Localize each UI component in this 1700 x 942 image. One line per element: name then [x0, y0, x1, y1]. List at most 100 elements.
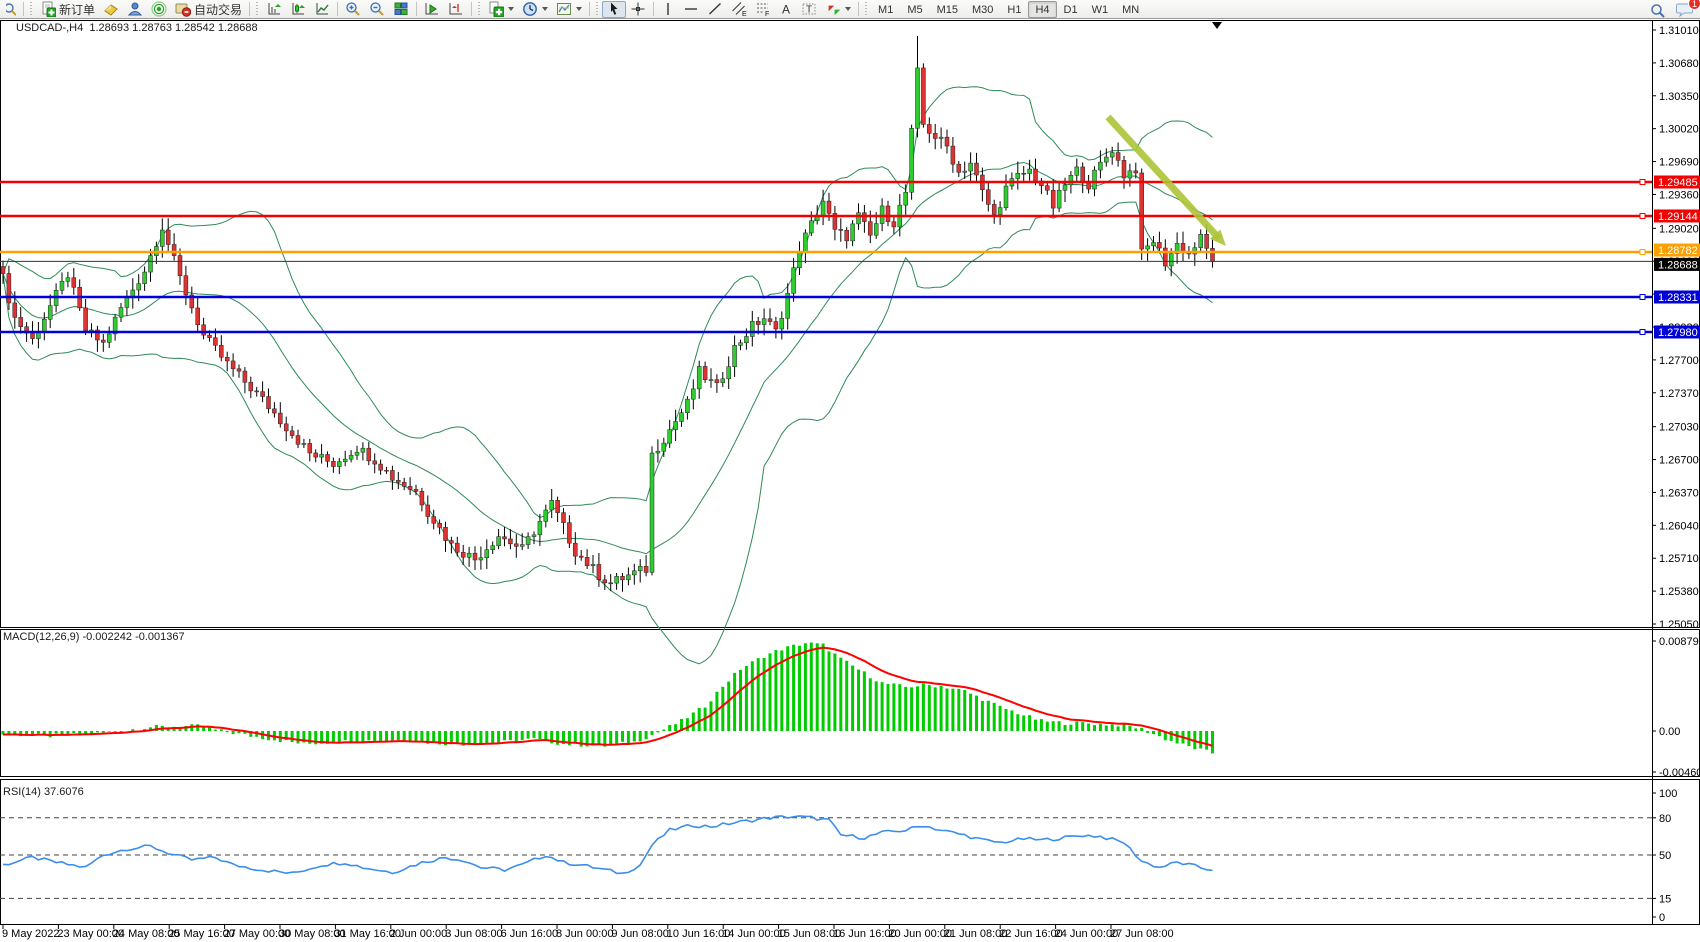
price-level-handle[interactable] [1640, 213, 1645, 218]
price-tick-label: 1.29360 [1659, 189, 1699, 201]
rsi-panel[interactable] [1, 780, 1700, 925]
auto-scroll-icon [424, 1, 440, 17]
zoom-out-icon [369, 1, 385, 17]
timeframe-button-m5[interactable]: M5 [900, 1, 929, 18]
toolbar: 新订单 自动交易 [0, 0, 1700, 19]
chart-shift-button[interactable] [444, 1, 468, 18]
bar-chart-icon [266, 1, 282, 17]
candlestick-chart-button[interactable] [286, 1, 310, 18]
rsi-axis-label: 80 [1659, 813, 1671, 825]
fibonacci-button[interactable]: F [751, 1, 775, 18]
bar-chart-button[interactable] [262, 1, 286, 18]
zoom-in-button[interactable] [341, 1, 365, 18]
navigator-button[interactable] [147, 1, 171, 18]
text-button[interactable]: A [775, 1, 797, 18]
timeframe-button-d1[interactable]: D1 [1057, 1, 1085, 18]
cursor-button[interactable] [602, 1, 626, 18]
price-badge: 1.29144 [1654, 209, 1700, 223]
timeframe-button-h4[interactable]: H4 [1028, 1, 1056, 18]
timeframe-button-w1[interactable]: W1 [1085, 1, 1116, 18]
svg-text:1.27980: 1.27980 [1658, 327, 1698, 339]
new-order-button[interactable]: 新订单 [36, 1, 99, 18]
zoom-out-button[interactable] [365, 1, 389, 18]
timeframe-button-h1[interactable]: H1 [1000, 1, 1028, 18]
price-badge: 1.28688 [1654, 258, 1700, 272]
text-label-button[interactable]: T [797, 1, 821, 18]
arrows-tool-button[interactable] [821, 1, 855, 18]
time-axis-label: 24 Jun 00:00 [1055, 928, 1119, 940]
svg-text:1.28782: 1.28782 [1658, 245, 1698, 257]
search-icon[interactable] [1650, 3, 1666, 19]
time-axis: 9 May 202223 May 00:0024 May 08:0025 May… [2, 925, 1174, 940]
timeframe-button-m15[interactable]: M15 [930, 1, 965, 18]
price-level-handle[interactable] [1640, 329, 1645, 334]
macd-axis-label: 0.008791 [1659, 636, 1700, 648]
svg-text:F: F [765, 11, 769, 17]
chart-symbol: USDCAD-,H4 [16, 22, 83, 34]
data-window-icon [127, 1, 143, 17]
trendline-icon [707, 1, 723, 17]
time-axis-label: 3 Jun 08:00 [445, 928, 503, 940]
macd-panel[interactable] [1, 630, 1700, 777]
svg-text:E: E [742, 11, 747, 17]
channel-button[interactable]: E [727, 1, 751, 18]
price-tick-label: 1.30020 [1659, 124, 1699, 136]
macd-axis-label: -0.004601 [1659, 767, 1700, 779]
new-order-icon [40, 1, 56, 17]
price-tick-label: 1.26040 [1659, 520, 1699, 532]
rsi-axis-label: 100 [1659, 788, 1677, 800]
svg-text:1.29485: 1.29485 [1658, 177, 1698, 189]
rsi-axis-label: 15 [1659, 893, 1671, 905]
data-window-button[interactable] [123, 1, 147, 18]
periods-button[interactable] [518, 1, 552, 18]
time-axis-label: 15 Jun 08:00 [778, 928, 842, 940]
fibonacci-icon: F [755, 1, 771, 17]
time-axis-label: 27 Jun 08:00 [1110, 928, 1174, 940]
time-axis-label: 8 Jun 00:00 [556, 928, 614, 940]
price-tick-label: 1.30680 [1659, 58, 1699, 70]
templates-button[interactable] [552, 1, 586, 18]
time-axis-label: 14 Jun 00:00 [722, 928, 786, 940]
indicators-button[interactable] [484, 1, 518, 18]
autotrading-icon [175, 1, 191, 17]
line-chart-icon [314, 1, 330, 17]
horizontal-line-icon [683, 1, 699, 17]
tile-windows-button[interactable] [389, 1, 413, 18]
price-tick-label: 1.27700 [1659, 355, 1699, 367]
time-axis-label: 22 Jun 16:00 [999, 928, 1063, 940]
autotrading-button[interactable]: 自动交易 [171, 1, 246, 18]
horizontal-line-button[interactable] [679, 1, 703, 18]
price-level-handle[interactable] [1640, 179, 1645, 184]
line-chart-button[interactable] [310, 1, 334, 18]
chart-canvas[interactable]: 1.310101.306801.303501.300201.296901.293… [0, 0, 1700, 942]
price-level-handle[interactable] [1640, 250, 1645, 255]
vertical-line-button[interactable] [657, 1, 679, 18]
price-badge: 1.27980 [1654, 325, 1700, 339]
notifications-button[interactable]: 1 [1676, 1, 1694, 20]
macd-indicator-label: MACD(12,26,9) -0.002242 -0.001367 [3, 631, 185, 643]
price-tick-label: 1.30350 [1659, 91, 1699, 103]
chart-sliver-icon [6, 1, 16, 17]
price-level-handle[interactable] [1640, 294, 1645, 299]
timeframe-button-mn[interactable]: MN [1115, 1, 1146, 18]
svg-text:A: A [782, 3, 790, 17]
timeframe-group: M1M5M15M30H1H4D1W1MN [871, 1, 1146, 18]
trendline-button[interactable] [703, 1, 727, 18]
auto-scroll-button[interactable] [420, 1, 444, 18]
time-axis-label: 10 Jun 16:00 [667, 928, 731, 940]
chart-ohlc-values: 1.28693 1.28763 1.28542 1.28688 [89, 22, 257, 34]
price-tick-label: 1.26370 [1659, 487, 1699, 499]
crosshair-icon [630, 1, 646, 17]
price-tick-label: 1.29690 [1659, 157, 1699, 169]
crosshair-button[interactable] [626, 1, 650, 18]
timeframe-button-m30[interactable]: M30 [965, 1, 1000, 18]
chart-sliver-icon[interactable] [2, 1, 20, 18]
market-watch-button[interactable] [99, 1, 123, 18]
text-icon: A [779, 1, 793, 17]
timeframe-button-m1[interactable]: M1 [871, 1, 900, 18]
main-panel[interactable] [1, 21, 1700, 628]
rsi-indicator-label: RSI(14) 37.6076 [3, 786, 84, 798]
candlestick-chart-icon [290, 1, 306, 17]
price-badge: 1.28782 [1654, 244, 1700, 258]
time-axis-label: 21 Jun 08:00 [944, 928, 1008, 940]
